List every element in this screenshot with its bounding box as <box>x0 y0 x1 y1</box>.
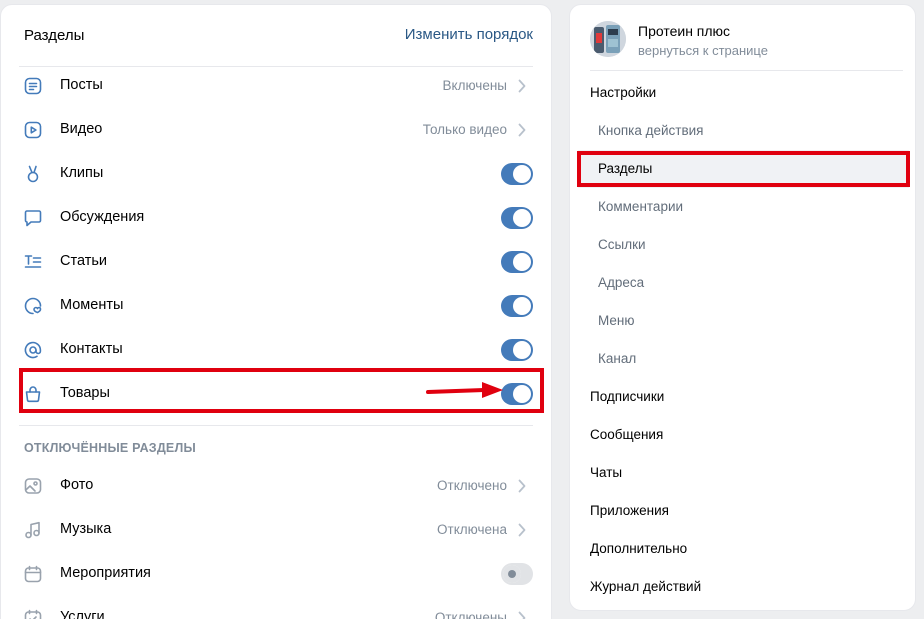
section-label: Услуги <box>60 609 105 619</box>
section-value: Отключено <box>437 478 507 493</box>
section-row-video[interactable]: Видео Только видео <box>1 108 551 152</box>
section-row-posts[interactable]: Посты Включены <box>1 64 551 108</box>
music-icon <box>25 521 40 539</box>
menu-item-chats[interactable]: Чаты <box>570 454 915 492</box>
menu-item-settings[interactable]: Настройки <box>570 74 915 112</box>
chevron-right-icon <box>518 611 526 619</box>
menu-label: Журнал действий <box>590 579 702 594</box>
menu-label: Меню <box>598 313 635 328</box>
contacts-toggle[interactable] <box>501 339 533 361</box>
menu-item-comments[interactable]: Комментарии <box>570 188 915 226</box>
section-label: Статьи <box>60 253 107 269</box>
market-icon <box>25 386 41 403</box>
section-row-events: Мероприятия <box>1 552 551 596</box>
section-value: Включены <box>442 78 507 93</box>
chevron-right-icon <box>518 479 526 493</box>
section-row-discussions: Обсуждения <box>1 196 551 240</box>
posts-icon <box>24 77 42 95</box>
section-label: Моменты <box>60 297 124 313</box>
arrow-pointer-icon <box>426 382 503 398</box>
menu-item-sections[interactable]: Разделы <box>578 150 909 188</box>
chevron-right-icon <box>518 123 526 137</box>
menu-label: Разделы <box>598 161 653 176</box>
section-label: Фото <box>60 477 94 493</box>
menu-label: Комментарии <box>598 199 684 214</box>
section-value: Только видео <box>422 122 507 137</box>
clips-toggle[interactable] <box>501 163 533 185</box>
section-row-clips: Клипы <box>1 152 551 196</box>
disabled-sections-title: ОТКЛЮЧЁННЫЕ РАЗДЕЛЫ <box>24 441 196 455</box>
discussions-toggle[interactable] <box>501 207 533 229</box>
menu-label: Настройки <box>590 85 657 100</box>
section-label: Видео <box>60 121 103 137</box>
menu-item-channel[interactable]: Канал <box>570 340 915 378</box>
menu-item-apps[interactable]: Приложения <box>570 492 915 530</box>
chevron-right-icon <box>518 523 526 537</box>
menu-item-menu[interactable]: Меню <box>570 302 915 340</box>
section-row-moments: Моменты <box>1 284 551 328</box>
section-label: Музыка <box>60 521 112 537</box>
menu-label: Подписчики <box>590 389 665 404</box>
section-row-contacts: Контакты <box>1 328 551 372</box>
menu-item-advanced[interactable]: Дополнительно <box>570 530 915 568</box>
menu-label: Кнопка действия <box>598 123 704 138</box>
back-to-page-link[interactable]: вернуться к странице <box>638 43 768 58</box>
section-row-services[interactable]: Услуги Отключены <box>1 596 551 619</box>
clips-icon <box>27 165 39 183</box>
video-icon <box>24 121 42 139</box>
menu-item-messages[interactable]: Сообщения <box>570 416 915 454</box>
divider <box>19 425 533 426</box>
chevron-right-icon <box>518 79 526 93</box>
menu-label: Ссылки <box>598 237 646 252</box>
menu-item-action-log[interactable]: Журнал действий <box>570 568 915 606</box>
section-label: Мероприятия <box>60 565 151 581</box>
services-icon <box>24 609 42 619</box>
section-label: Обсуждения <box>60 209 145 225</box>
reorder-link[interactable]: Изменить порядок <box>405 26 533 43</box>
section-row-photo[interactable]: Фото Отключено <box>1 464 551 508</box>
group-name[interactable]: Протеин плюс <box>638 23 730 39</box>
menu-item-action-button[interactable]: Кнопка действия <box>570 112 915 150</box>
discussions-icon <box>24 210 42 227</box>
events-icon <box>24 565 42 583</box>
sections-title: Разделы <box>24 27 85 44</box>
moments-toggle[interactable] <box>501 295 533 317</box>
sections-card: Разделы Изменить порядок Посты Включены … <box>0 4 552 619</box>
menu-item-addresses[interactable]: Адреса <box>570 264 915 302</box>
section-row-music[interactable]: Музыка Отключена <box>1 508 551 552</box>
menu-label: Дополнительно <box>590 541 688 556</box>
section-label: Контакты <box>60 341 123 357</box>
section-label: Клипы <box>60 165 104 181</box>
menu-label: Чаты <box>590 465 623 480</box>
section-value: Отключены <box>434 610 507 619</box>
menu-item-links[interactable]: Ссылки <box>570 226 915 264</box>
menu-item-subscribers[interactable]: Подписчики <box>570 378 915 416</box>
articles-icon <box>24 255 42 268</box>
articles-toggle[interactable] <box>501 251 533 273</box>
divider <box>590 70 903 71</box>
section-label: Посты <box>60 77 103 93</box>
menu-label: Канал <box>598 351 637 366</box>
group-avatar[interactable] <box>590 21 626 57</box>
menu-label: Приложения <box>590 503 669 518</box>
menu-label: Сообщения <box>590 427 664 442</box>
photo-icon <box>24 478 42 494</box>
menu-label: Адреса <box>598 275 645 290</box>
section-row-articles: Статьи <box>1 240 551 284</box>
moments-icon <box>24 297 42 315</box>
section-label: Товары <box>60 385 110 401</box>
settings-sidebar: Протеин плюс вернуться к странице Настро… <box>569 4 916 611</box>
events-toggle[interactable] <box>501 563 533 585</box>
section-value: Отключена <box>437 522 507 537</box>
contacts-icon <box>24 341 42 359</box>
